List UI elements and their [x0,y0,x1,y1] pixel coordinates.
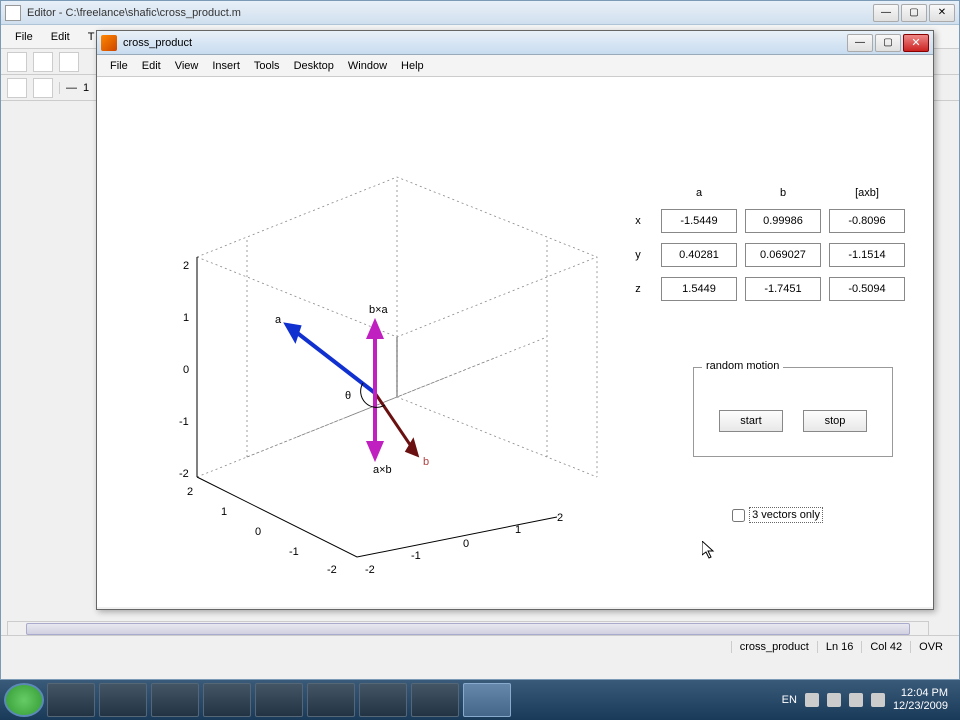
header-axb: [axb] [829,187,905,199]
svg-text:-2: -2 [327,564,337,576]
svg-text:a×b: a×b [373,464,392,476]
svg-text:-1: -1 [179,416,189,428]
input-bx[interactable] [745,209,821,233]
tray-shield-icon[interactable] [827,693,841,707]
figure-titlebar: cross_product — ▢ ✕ [97,31,933,55]
svg-text:1: 1 [221,506,227,518]
taskbar-editor1[interactable] [151,683,199,717]
input-cy[interactable] [829,243,905,267]
random-motion-panel: random motion start stop [693,367,893,457]
taskbar-figure[interactable] [463,683,511,717]
figure-body: 2 1 0 -1 -2 2 1 0 -1 -2 2 1 [97,77,933,607]
status-file: cross_product [731,641,817,653]
svg-text:1: 1 [183,312,189,324]
tray-lang[interactable]: EN [782,694,797,706]
vector-data-panel: a b [axb] x y z [623,187,903,301]
figure-menu-window[interactable]: Window [341,58,394,74]
svg-text:0: 0 [255,526,261,538]
input-cz[interactable] [829,277,905,301]
new-file-icon[interactable] [7,52,27,72]
figure-menu-insert[interactable]: Insert [205,58,247,74]
vectors-only-checkbox[interactable] [732,509,745,522]
tray-volume-icon[interactable] [871,693,885,707]
figure-menu-desktop[interactable]: Desktop [287,58,341,74]
figure-menu-help[interactable]: Help [394,58,431,74]
editor-icon [5,5,21,21]
taskbar: EN 12:04 PM 12/23/2009 [0,680,960,720]
svg-text:-1: -1 [289,546,299,558]
stop-button[interactable]: stop [803,410,867,432]
figure-title: cross_product [123,37,847,49]
svg-text:-2: -2 [179,468,189,480]
status-ovr: OVR [910,641,951,653]
svg-text:0: 0 [463,538,469,550]
taskbar-matlab3[interactable] [255,683,303,717]
svg-text:1: 1 [515,524,521,536]
taskbar-matlab4[interactable] [359,683,407,717]
breakpoint-icon[interactable] [7,78,27,98]
input-az[interactable] [661,277,737,301]
editor-menu-edit[interactable]: Edit [43,28,78,46]
taskbar-firefox[interactable] [47,683,95,717]
tray-flag-icon[interactable] [805,693,819,707]
svg-text:2: 2 [187,486,193,498]
taskbar-editor2[interactable] [307,683,355,717]
figure-close-button[interactable]: ✕ [903,34,929,52]
editor-titlebar: Editor - C:\freelance\shafic\cross_produ… [1,1,959,25]
figure-menu-view[interactable]: View [168,58,206,74]
header-b: b [745,187,821,199]
figure-menubar: File Edit View Insert Tools Desktop Wind… [97,55,933,77]
taskbar-app[interactable] [411,683,459,717]
tray-clock[interactable]: 12:04 PM 12/23/2009 [893,687,948,713]
tray-network-icon[interactable] [849,693,863,707]
svg-text:b: b [423,456,429,468]
row-x: x [623,215,653,227]
figure-menu-edit[interactable]: Edit [135,58,168,74]
random-motion-label: random motion [702,360,783,372]
input-bz[interactable] [745,277,821,301]
svg-text:b×a: b×a [369,304,389,316]
vectors-only-row: 3 vectors only [732,507,823,523]
figure-minimize-button[interactable]: — [847,34,873,52]
row-y: y [623,249,653,261]
system-tray: EN 12:04 PM 12/23/2009 [782,687,956,713]
input-ax[interactable] [661,209,737,233]
figure-menu-tools[interactable]: Tools [247,58,287,74]
taskbar-matlab1[interactable] [99,683,147,717]
figure-window: cross_product — ▢ ✕ File Edit View Inser… [96,30,934,610]
editor-title: Editor - C:\freelance\shafic\cross_produ… [27,7,873,19]
svg-text:a: a [275,314,282,326]
input-by[interactable] [745,243,821,267]
status-col: Col 42 [861,641,910,653]
editor-statusbar: cross_product Ln 16 Col 42 OVR [1,635,959,657]
start-button-icon[interactable] [4,683,44,717]
svg-text:θ: θ [345,390,351,402]
start-button[interactable]: start [719,410,783,432]
svg-text:2: 2 [183,260,189,272]
open-file-icon[interactable] [33,52,53,72]
header-a: a [661,187,737,199]
taskbar-matlab2[interactable] [203,683,251,717]
editor-maximize-button[interactable]: ▢ [901,4,927,22]
editor-minimize-button[interactable]: — [873,4,899,22]
svg-text:-2: -2 [365,564,375,576]
matlab-icon [101,35,117,51]
input-ay[interactable] [661,243,737,267]
plot-3d[interactable]: 2 1 0 -1 -2 2 1 0 -1 -2 2 1 [117,97,617,577]
status-line: Ln 16 [817,641,862,653]
figure-maximize-button[interactable]: ▢ [875,34,901,52]
step-icon[interactable] [33,78,53,98]
save-icon[interactable] [59,52,79,72]
svg-text:2: 2 [557,512,563,524]
line-number: 1 [83,82,89,94]
vectors-only-label[interactable]: 3 vectors only [749,507,823,523]
figure-menu-file[interactable]: File [103,58,135,74]
row-z: z [623,283,653,295]
svg-text:-1: -1 [411,550,421,562]
input-cx[interactable] [829,209,905,233]
editor-close-button[interactable]: ✕ [929,4,955,22]
editor-menu-file[interactable]: File [7,28,41,46]
svg-text:0: 0 [183,364,189,376]
